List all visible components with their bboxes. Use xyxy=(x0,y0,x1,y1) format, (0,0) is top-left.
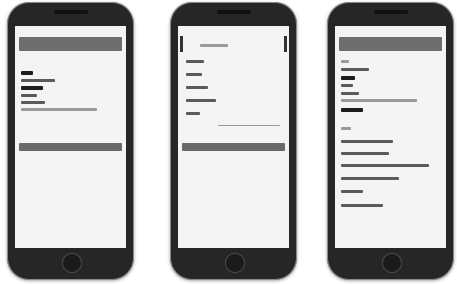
field-label xyxy=(341,60,349,63)
field-value xyxy=(21,101,45,104)
home-button[interactable] xyxy=(61,253,82,273)
scroll-indicator xyxy=(284,36,287,52)
phone-1 xyxy=(7,2,134,280)
field-label xyxy=(341,76,355,80)
paragraph-line xyxy=(341,204,383,207)
home-button[interactable] xyxy=(224,253,245,273)
phone-speaker xyxy=(373,10,408,14)
scroll-indicator xyxy=(180,36,183,52)
list-header xyxy=(200,44,228,47)
top-app-bar xyxy=(339,37,442,51)
phone-2 xyxy=(170,2,297,280)
list-item[interactable] xyxy=(186,112,200,115)
field-value xyxy=(341,84,353,87)
home-button[interactable] xyxy=(381,253,402,273)
field-value xyxy=(341,68,369,71)
field-value xyxy=(21,108,97,111)
section-label xyxy=(341,127,351,130)
top-app-bar xyxy=(19,37,122,51)
list-item[interactable] xyxy=(186,99,216,102)
list-item[interactable] xyxy=(186,60,204,63)
phone-3 xyxy=(327,2,454,280)
paragraph-line xyxy=(341,177,399,180)
paragraph-line xyxy=(341,164,429,167)
phone-screen xyxy=(178,26,289,248)
phone-speaker xyxy=(216,10,251,14)
phone-screen xyxy=(335,26,446,248)
list-item[interactable] xyxy=(186,73,202,76)
field-value xyxy=(341,99,417,102)
action-button[interactable] xyxy=(182,143,285,151)
field-label xyxy=(21,86,43,90)
field-label xyxy=(21,71,33,75)
field-value xyxy=(21,94,37,97)
field-value xyxy=(341,92,359,95)
paragraph-line xyxy=(341,190,363,193)
paragraph-line xyxy=(341,152,389,155)
field-value xyxy=(21,79,55,82)
section-heading xyxy=(341,108,363,112)
phone-screen xyxy=(15,26,126,248)
submit-button[interactable] xyxy=(19,143,122,151)
list-item[interactable] xyxy=(186,86,208,89)
divider xyxy=(218,125,280,126)
phone-speaker xyxy=(53,10,88,14)
paragraph-line xyxy=(341,140,393,143)
